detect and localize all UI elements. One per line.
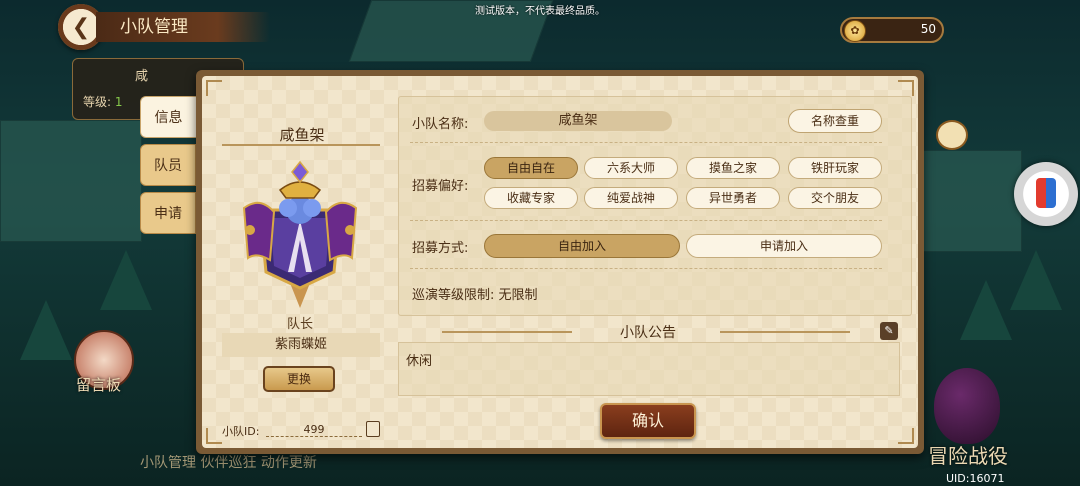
ornament-divider — [222, 144, 380, 146]
team-name-label: 小队名称: — [412, 117, 469, 132]
pref-option-8[interactable]: 交个朋友 — [788, 187, 882, 209]
side-team-name: 咸 — [135, 69, 149, 84]
message-board-label: 留言板 — [76, 376, 122, 394]
divider — [410, 268, 882, 269]
method-apply-join[interactable]: 申请加入 — [686, 234, 882, 258]
confirm-button[interactable]: 确认 — [600, 403, 696, 439]
pref-option-7[interactable]: 异世勇者 — [686, 187, 780, 209]
tab-applications[interactable]: 申请 — [140, 192, 196, 234]
currency-value: 50 — [920, 22, 936, 36]
chat-icon[interactable] — [936, 120, 968, 150]
method-free-join[interactable]: 自由加入 — [484, 234, 680, 258]
page-title: 小队管理 — [96, 12, 270, 42]
ornament-divider — [720, 331, 850, 333]
adventure-campaign-label[interactable]: 冒险战役 — [928, 440, 1008, 469]
notice-title: 小队公告 — [620, 325, 676, 341]
pref-option-6[interactable]: 纯爱战神 — [584, 187, 678, 209]
team-id-label: 小队ID: — [222, 425, 260, 438]
adventure-egg-icon[interactable] — [934, 368, 1000, 444]
recruit-method-label: 招募方式: — [412, 241, 469, 256]
currency-display: ✿ 50 — [840, 17, 944, 43]
pref-option-5[interactable]: 收藏专家 — [484, 187, 578, 209]
user-uid: UID:16071 — [946, 472, 1005, 485]
coin-icon: ✿ — [844, 20, 866, 42]
pref-option-2[interactable]: 六系大师 — [584, 157, 678, 179]
pref-option-3[interactable]: 摸鱼之家 — [686, 157, 780, 179]
level-limit-text: 巡演等级限制: 无限制 — [412, 288, 538, 303]
team-emblem-icon — [242, 160, 358, 308]
back-arrow-icon: ❮ — [71, 14, 91, 40]
edit-icon[interactable]: ✎ — [880, 322, 898, 340]
change-emblem-button[interactable]: 更换 — [263, 366, 335, 392]
pref-option-4[interactable]: 铁肝玩家 — [788, 157, 882, 179]
divider — [410, 142, 882, 143]
check-name-button[interactable]: 名称查重 — [788, 109, 882, 133]
notice-text: 休闲 — [406, 354, 433, 369]
captain-name: 紫雨蝶姬 — [222, 333, 380, 357]
ornament-divider — [442, 331, 572, 333]
background-bottom-text: 小队管理 伙伴巡狂 动作更新 — [140, 455, 317, 471]
recruit-preference-label: 招募偏好: — [412, 179, 469, 194]
side-team-level: 等级: 1 — [83, 95, 123, 109]
divider — [410, 220, 882, 221]
copy-icon[interactable] — [366, 421, 380, 437]
pref-option-1[interactable]: 自由自在 — [484, 157, 578, 179]
tab-info[interactable]: 信息 — [140, 96, 196, 138]
team-name-field[interactable]: 咸鱼架 — [484, 111, 672, 131]
captain-label: 队长 — [286, 317, 313, 332]
team-id-value: 499 — [266, 423, 362, 437]
notice-box[interactable] — [398, 342, 900, 396]
team-name-heading: 咸鱼架 — [279, 126, 325, 144]
floating-assistant-icon[interactable] — [1014, 162, 1078, 226]
tab-members[interactable]: 队员 — [140, 144, 196, 186]
